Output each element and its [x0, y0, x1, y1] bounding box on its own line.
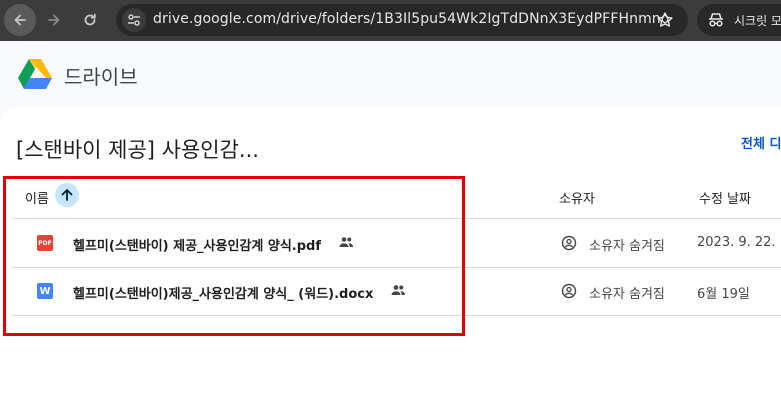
- tune-icon: [128, 14, 140, 26]
- bookmark-star-icon[interactable]: [656, 11, 674, 29]
- column-header-owner[interactable]: 소유자: [559, 188, 595, 207]
- account-circle-icon: [561, 235, 577, 251]
- drive-header: 드라이브: [0, 41, 781, 107]
- drive-app-name[interactable]: 드라이브: [64, 61, 138, 90]
- owner-name: 소유자 숨겨짐: [589, 287, 665, 302]
- folder-title[interactable]: [스탠바이 제공] 사용인감...: [16, 134, 259, 164]
- incognito-icon: [709, 13, 723, 27]
- modified-date: 6월 19일: [697, 287, 750, 302]
- back-button[interactable]: [4, 4, 36, 36]
- browser-toolbar: drive.google.com/drive/folders/1B3Il5pu5…: [0, 0, 781, 41]
- reload-icon: [84, 13, 96, 26]
- arrow-right-icon: [48, 14, 60, 26]
- view-all-link[interactable]: 전체 디: [741, 133, 781, 152]
- owner-name: 소유자 숨겨짐: [589, 239, 665, 254]
- forward-button[interactable]: [40, 6, 68, 34]
- account-circle-icon: [561, 283, 577, 299]
- highlight-annotation-box: [3, 176, 465, 336]
- incognito-indicator[interactable]: 시크릿 모: [697, 4, 781, 36]
- site-info-button[interactable]: [122, 8, 146, 32]
- url-text[interactable]: drive.google.com/drive/folders/1B3Il5pu5…: [153, 11, 669, 27]
- address-bar[interactable]: drive.google.com/drive/folders/1B3Il5pu5…: [116, 4, 688, 36]
- google-drive-logo-icon[interactable]: [17, 58, 53, 90]
- arrow-left-icon: [14, 14, 26, 26]
- incognito-label: 시크릿 모: [734, 14, 781, 28]
- column-header-modified[interactable]: 수정 날짜: [699, 188, 751, 207]
- modified-date: 2023. 9. 22.: [697, 235, 776, 250]
- reload-button[interactable]: [76, 6, 104, 34]
